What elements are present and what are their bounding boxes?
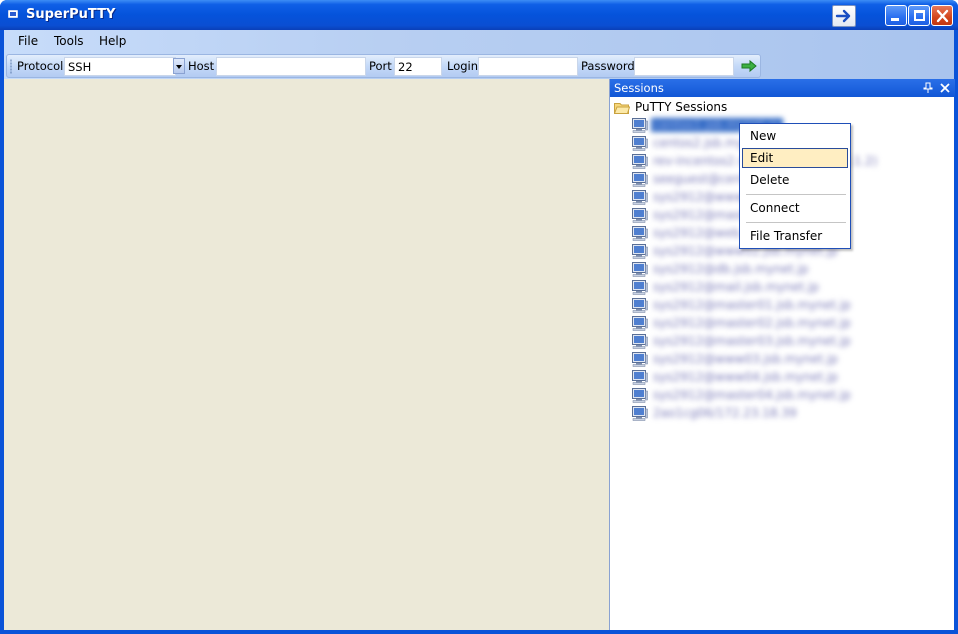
computer-icon	[632, 298, 648, 313]
close-icon	[936, 9, 949, 23]
tree-root-label: PuTTY Sessions	[635, 100, 728, 114]
computer-icon	[632, 136, 648, 151]
green-arrow-icon	[741, 59, 757, 73]
computer-icon	[632, 244, 648, 259]
app-window: SuperPuTTY File Tools Help Protocol SSH …	[0, 0, 958, 634]
computer-icon	[632, 280, 648, 295]
menu-bar: File Tools Help	[4, 30, 954, 52]
ctx-item-new[interactable]: New	[742, 126, 848, 146]
computer-icon	[632, 334, 648, 349]
computer-icon	[632, 406, 648, 421]
host-input[interactable]	[216, 57, 366, 76]
menu-help[interactable]: Help	[99, 34, 126, 48]
host-label: Host	[188, 59, 215, 73]
maximize-icon	[914, 10, 925, 21]
sessions-panel-header[interactable]: Sessions	[610, 79, 955, 97]
menu-file[interactable]: File	[18, 34, 38, 48]
session-item[interactable]: sys2912@www03.jsb.mynet.jp	[632, 351, 952, 369]
computer-icon	[632, 118, 648, 133]
login-input[interactable]	[478, 57, 578, 76]
session-item[interactable]: sys2912@master02.jsb.mynet.jp	[632, 315, 952, 333]
session-item[interactable]: 2ao1cg06/172.23.18.39	[632, 405, 952, 423]
session-label: sys2912@master03.jsb.mynet.jp	[653, 334, 851, 348]
ctx-item-file-transfer[interactable]: File Transfer	[742, 226, 848, 246]
session-label: sys2912@db.jsb.mynet.jp	[653, 262, 809, 276]
computer-icon	[632, 208, 648, 223]
session-label: sys2912@www03.jsb.mynet.jp	[653, 352, 838, 366]
session-item[interactable]: sys2912@master04.jsb.mynet.jp	[632, 387, 952, 405]
chevron-down-icon[interactable]	[173, 58, 185, 74]
port-label: Port	[369, 59, 392, 73]
sessions-panel-title: Sessions	[614, 81, 664, 95]
title-bar[interactable]: SuperPuTTY	[0, 0, 958, 30]
window-title: SuperPuTTY	[26, 7, 116, 22]
session-item[interactable]: sys2912@mail.jsb.mynet.jp	[632, 279, 952, 297]
login-label: Login	[447, 59, 479, 73]
menu-tools[interactable]: Tools	[54, 34, 84, 48]
computer-icon	[632, 388, 648, 403]
computer-icon	[632, 352, 648, 367]
session-label: sys2912@master01.jsb.mynet.jp	[653, 298, 851, 312]
menu-separator	[746, 194, 846, 195]
connection-toolbar: Protocol SSH Host Port 22 Login Password	[6, 54, 761, 78]
minimize-button[interactable]	[885, 5, 907, 26]
menu-separator	[746, 222, 846, 223]
ctx-item-label: Connect	[750, 201, 800, 215]
computer-icon	[632, 370, 648, 385]
computer-icon	[632, 172, 648, 187]
session-item[interactable]: sys2912@master03.jsb.mynet.jp	[632, 333, 952, 351]
context-menu: New Edit Delete Connect File Transfer	[739, 123, 851, 249]
ctx-item-delete[interactable]: Delete	[742, 170, 848, 190]
client-area: File Tools Help Protocol SSH Host Port 2…	[4, 30, 955, 630]
password-label: Password	[581, 59, 635, 73]
ctx-item-label: File Transfer	[750, 229, 823, 243]
session-label: sys2912@master04.jsb.mynet.jp	[653, 388, 851, 402]
session-item[interactable]: sys2912@master01.jsb.mynet.jp	[632, 297, 952, 315]
computer-icon	[632, 316, 648, 331]
password-input[interactable]	[634, 57, 734, 76]
close-button[interactable]	[931, 5, 953, 26]
port-input[interactable]: 22	[394, 57, 442, 76]
session-label: sys2912@www04.jsb.mynet.jp	[653, 370, 838, 384]
minimize-icon	[891, 18, 899, 21]
protocol-label: Protocol	[17, 59, 64, 73]
computer-icon	[632, 262, 648, 277]
session-item[interactable]: sys2912@www04.jsb.mynet.jp	[632, 369, 952, 387]
computer-icon	[632, 226, 648, 241]
connect-button[interactable]	[738, 56, 760, 76]
folder-open-icon	[614, 103, 630, 114]
arrow-right-icon	[835, 9, 851, 23]
session-item[interactable]: sys2912@db.jsb.mynet.jp	[632, 261, 952, 279]
ctx-item-label: New	[750, 129, 777, 143]
pin-icon[interactable]	[923, 82, 933, 94]
app-icon[interactable]	[8, 10, 18, 18]
computer-icon	[632, 190, 648, 205]
session-label: 2ao1cg06/172.23.18.39	[653, 406, 797, 420]
panel-close-icon[interactable]	[939, 81, 951, 95]
ctx-item-label: Edit	[750, 151, 774, 165]
session-label: sys2912@mail.jsb.mynet.jp	[653, 280, 819, 294]
forward-arrow-button[interactable]	[832, 5, 856, 27]
maximize-button[interactable]	[908, 5, 930, 26]
session-label: sys2912@master02.jsb.mynet.jp	[653, 316, 851, 330]
computer-icon	[632, 154, 648, 169]
ctx-item-edit[interactable]: Edit	[742, 148, 848, 168]
document-area[interactable]	[4, 79, 608, 630]
ctx-item-label: Delete	[750, 173, 790, 187]
protocol-select[interactable]: SSH	[64, 57, 176, 76]
toolbar-grip[interactable]	[10, 59, 12, 74]
ctx-item-connect[interactable]: Connect	[742, 198, 848, 218]
